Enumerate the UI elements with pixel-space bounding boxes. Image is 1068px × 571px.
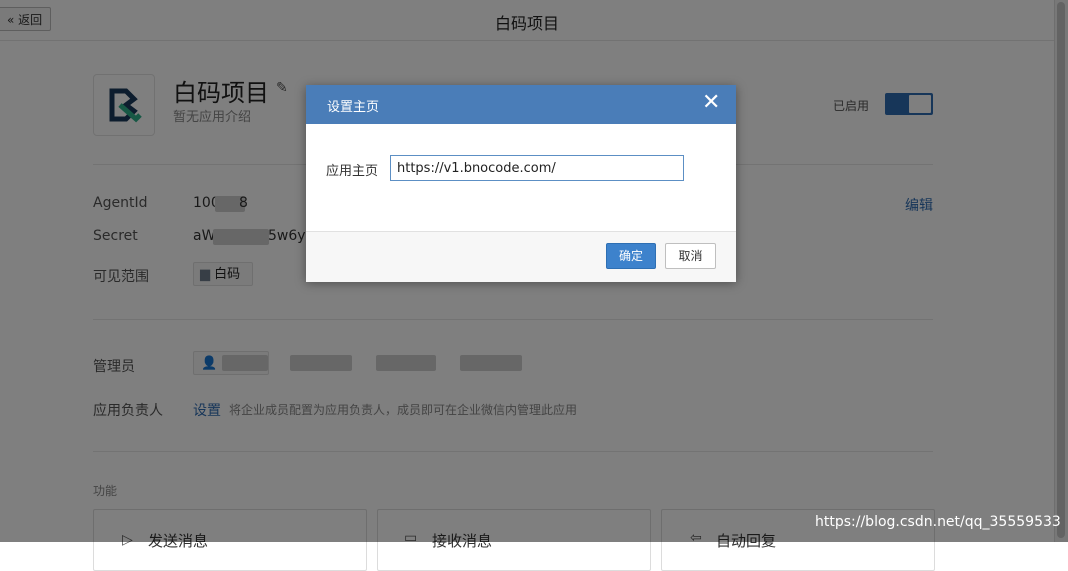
homepage-label: 应用主页 [326, 164, 379, 179]
watermark-text: https://blog.csdn.net/qq_35559533 [815, 514, 1061, 530]
homepage-input[interactable] [390, 155, 684, 181]
confirm-button[interactable]: 确定 [606, 243, 656, 269]
dialog-title: 设置主页 [327, 100, 380, 115]
close-icon[interactable]: ✕ [702, 92, 720, 114]
set-homepage-dialog: 设置主页 ✕ 应用主页 确定 取消 [306, 85, 736, 282]
cancel-button[interactable]: 取消 [665, 243, 716, 269]
